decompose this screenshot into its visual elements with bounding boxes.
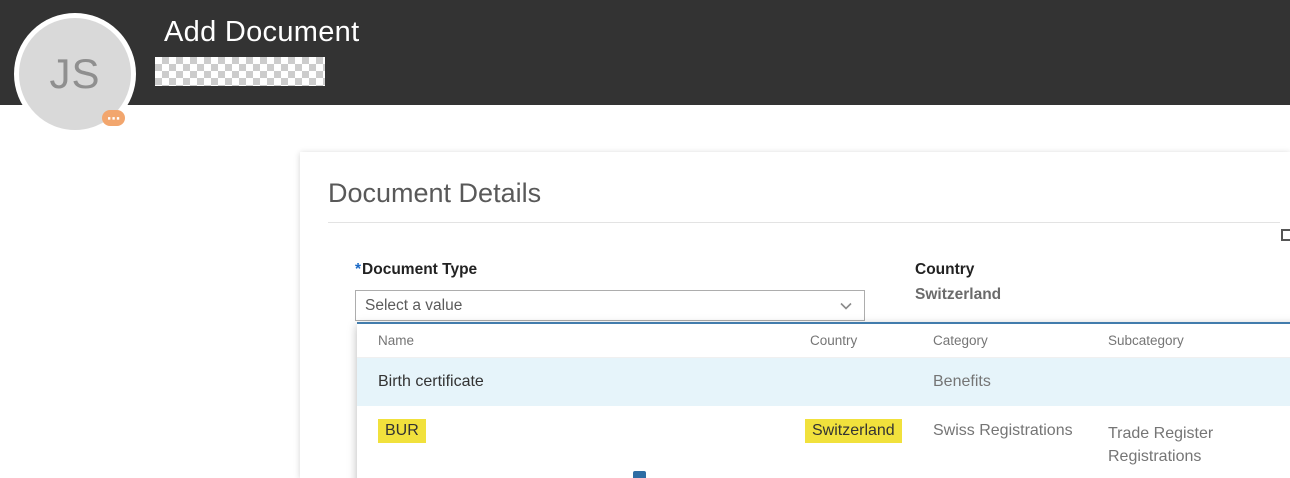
- option-category: Benefits: [933, 373, 991, 390]
- user-avatar[interactable]: JS ⋯: [14, 13, 136, 135]
- page-title: Add Document: [164, 16, 360, 48]
- section-divider: [328, 222, 1280, 223]
- bottom-cutoff-element: [633, 471, 646, 478]
- option-subcategory: Trade Register Registrations: [1108, 425, 1214, 466]
- highlighted-text: BUR: [378, 419, 426, 443]
- chevron-down-icon[interactable]: [839, 299, 853, 313]
- edge-cutoff-icon[interactable]: [1281, 229, 1290, 241]
- section-title: Document Details: [328, 178, 542, 208]
- country-value: Switzerland: [915, 286, 1002, 303]
- column-header-category: Category: [933, 333, 988, 348]
- app-header: Add Document: [0, 0, 1290, 105]
- column-header-name: Name: [378, 333, 415, 348]
- dropdown-header-row: Name Country Category Subcategory: [357, 324, 1290, 358]
- document-type-label-text: Document Type: [362, 261, 478, 278]
- option-name: BUR: [357, 419, 805, 443]
- highlighted-text: Switzerland: [805, 419, 902, 443]
- avatar-more-badge[interactable]: ⋯: [102, 110, 125, 126]
- column-header-country: Country: [810, 333, 858, 348]
- option-name: Birth certificate: [378, 373, 484, 390]
- country-label: Country: [915, 261, 975, 278]
- option-category: Swiss Registrations: [933, 422, 1073, 439]
- option-country: Switzerland: [805, 419, 928, 443]
- document-type-combobox[interactable]: Select a value: [355, 290, 865, 321]
- avatar-initials: JS: [49, 50, 101, 97]
- dropdown-option-birth-certificate[interactable]: Birth certificate Benefits: [357, 358, 1290, 406]
- required-asterisk: *: [355, 261, 362, 278]
- redacted-subtitle-placeholder: [155, 57, 325, 86]
- document-type-label: *Document Type: [355, 261, 477, 279]
- combobox-selected-value: Select a value: [365, 296, 463, 314]
- document-type-dropdown-list: Name Country Category Subcategory Birth …: [357, 322, 1290, 478]
- dropdown-option-bur[interactable]: BUR Switzerland Swiss Registrations Trad…: [357, 406, 1290, 478]
- column-header-subcategory: Subcategory: [1108, 333, 1184, 348]
